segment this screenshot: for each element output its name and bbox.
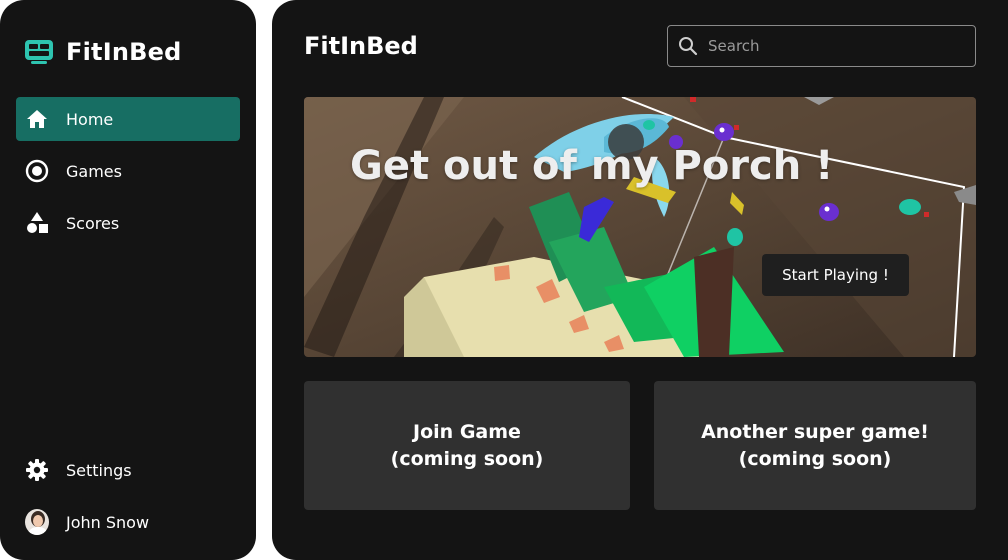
sidebar-item-label: Scores <box>66 213 120 233</box>
avatar-wrapper <box>25 509 49 535</box>
sidebar-item-settings[interactable]: Settings <box>16 448 240 492</box>
search-input[interactable] <box>706 36 956 56</box>
home-icon <box>25 107 49 131</box>
sidebar-footer: Settings John Snow <box>16 448 240 552</box>
another-game-card[interactable]: Another super game! (coming soon) <box>654 381 976 510</box>
sidebar-item-home[interactable]: Home <box>16 97 240 141</box>
sidebar-item-profile[interactable]: John Snow <box>16 500 240 544</box>
sidebar-item-label: Home <box>66 109 114 129</box>
sidebar-item-games[interactable]: Games <box>16 149 240 193</box>
card-text: Join Game (coming soon) <box>391 419 544 473</box>
search-box[interactable] <box>667 25 976 67</box>
avatar <box>25 509 49 535</box>
join-game-card[interactable]: Join Game (coming soon) <box>304 381 630 510</box>
page-title: FitInBed <box>304 32 418 60</box>
card-title: Join Game <box>413 420 521 443</box>
sidebar-item-scores[interactable]: Scores <box>16 201 240 245</box>
search-icon <box>679 37 698 56</box>
brand[interactable]: FitInBed <box>24 38 181 66</box>
sidebar-item-label: Games <box>66 161 122 181</box>
shapes-icon <box>25 211 49 235</box>
brand-name: FitInBed <box>66 38 182 66</box>
start-playing-button[interactable]: Start Playing ! <box>762 254 909 296</box>
card-subtitle: (coming soon) <box>390 447 544 470</box>
hero-title: Get out of my Porch ! <box>350 143 834 189</box>
game-scene-image <box>304 97 976 357</box>
target-icon <box>25 159 49 183</box>
sidebar-item-label: John Snow <box>66 512 150 532</box>
gear-icon <box>25 458 49 482</box>
card-subtitle: (coming soon) <box>738 447 892 470</box>
sidebar: FitInBed Home Games Scores Settings John… <box>0 0 256 560</box>
card-title: Another super game! <box>701 420 929 443</box>
featured-game-banner[interactable]: Get out of my Porch ! Start Playing ! <box>304 97 976 357</box>
main-nav: Home Games Scores <box>16 97 240 253</box>
main-panel: FitInBed Search Get out of my Porch ! St… <box>272 0 1008 560</box>
sidebar-item-label: Settings <box>66 460 132 480</box>
card-text: Another super game! (coming soon) <box>701 419 929 473</box>
brand-logo-icon <box>25 40 53 64</box>
